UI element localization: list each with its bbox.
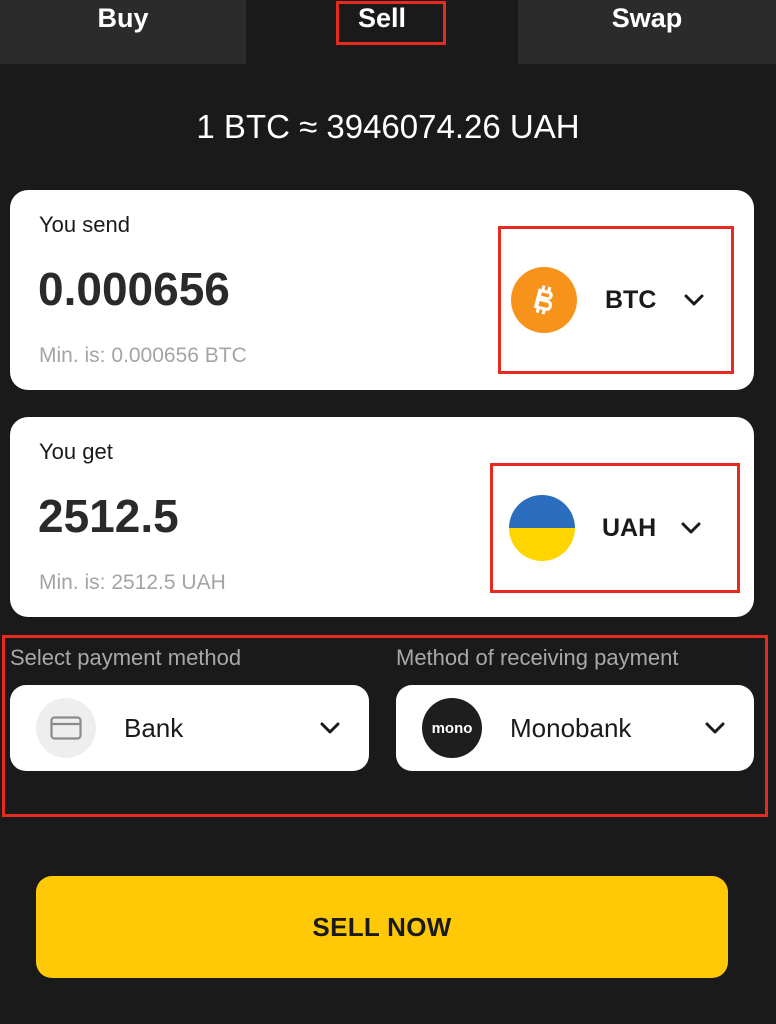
send-currency-select[interactable]: BTC: [498, 226, 734, 374]
sell-tab-highlight: [336, 1, 446, 45]
payment-method-select[interactable]: Bank: [10, 685, 369, 771]
ukraine-flag-icon: [509, 495, 575, 561]
chevron-down-icon: [680, 521, 702, 535]
send-label: You send: [39, 212, 130, 237]
get-min: Min. is: 2512.5 UAH: [39, 571, 226, 594]
get-card: You get Min. is: 2512.5 UAH UAH: [10, 417, 754, 617]
receiving-method-value: Monobank: [510, 712, 632, 743]
send-amount-input[interactable]: [38, 262, 458, 316]
bitcoin-icon: [511, 267, 577, 333]
get-label: You get: [39, 439, 113, 464]
get-currency-code: UAH: [602, 513, 657, 542]
tab-buy[interactable]: Buy: [0, 0, 246, 64]
tab-buy-label: Buy: [97, 3, 149, 33]
tab-swap[interactable]: Swap: [518, 0, 776, 64]
send-currency-code: BTC: [605, 285, 657, 314]
payment-method-value: Bank: [124, 712, 184, 743]
chevron-down-icon: [704, 721, 726, 735]
exchange-rate: 1 BTC ≈ 3946074.26 UAH: [196, 108, 580, 145]
select-payment-label: Select payment method: [10, 645, 242, 670]
chevron-down-icon: [683, 293, 705, 307]
chevron-down-icon: [319, 721, 341, 735]
tab-swap-label: Swap: [611, 3, 683, 33]
sell-screen: Buy Sell Swap 1 BTC ≈ 3946074.26 UAH You…: [0, 0, 776, 1024]
sell-now-button[interactable]: SELL NOW: [36, 876, 728, 978]
get-currency-select[interactable]: UAH: [490, 463, 740, 593]
monobank-logo: mono: [422, 698, 482, 758]
receiving-method-select[interactable]: mono Monobank: [396, 685, 754, 771]
get-amount-input[interactable]: [38, 489, 458, 543]
send-min: Min. is: 0.000656 BTC: [39, 344, 247, 367]
receive-payment-label: Method of receiving payment: [396, 645, 679, 670]
send-card: You send Min. is: 0.000656 BTC BTC: [10, 190, 754, 390]
card-icon: [36, 698, 96, 758]
